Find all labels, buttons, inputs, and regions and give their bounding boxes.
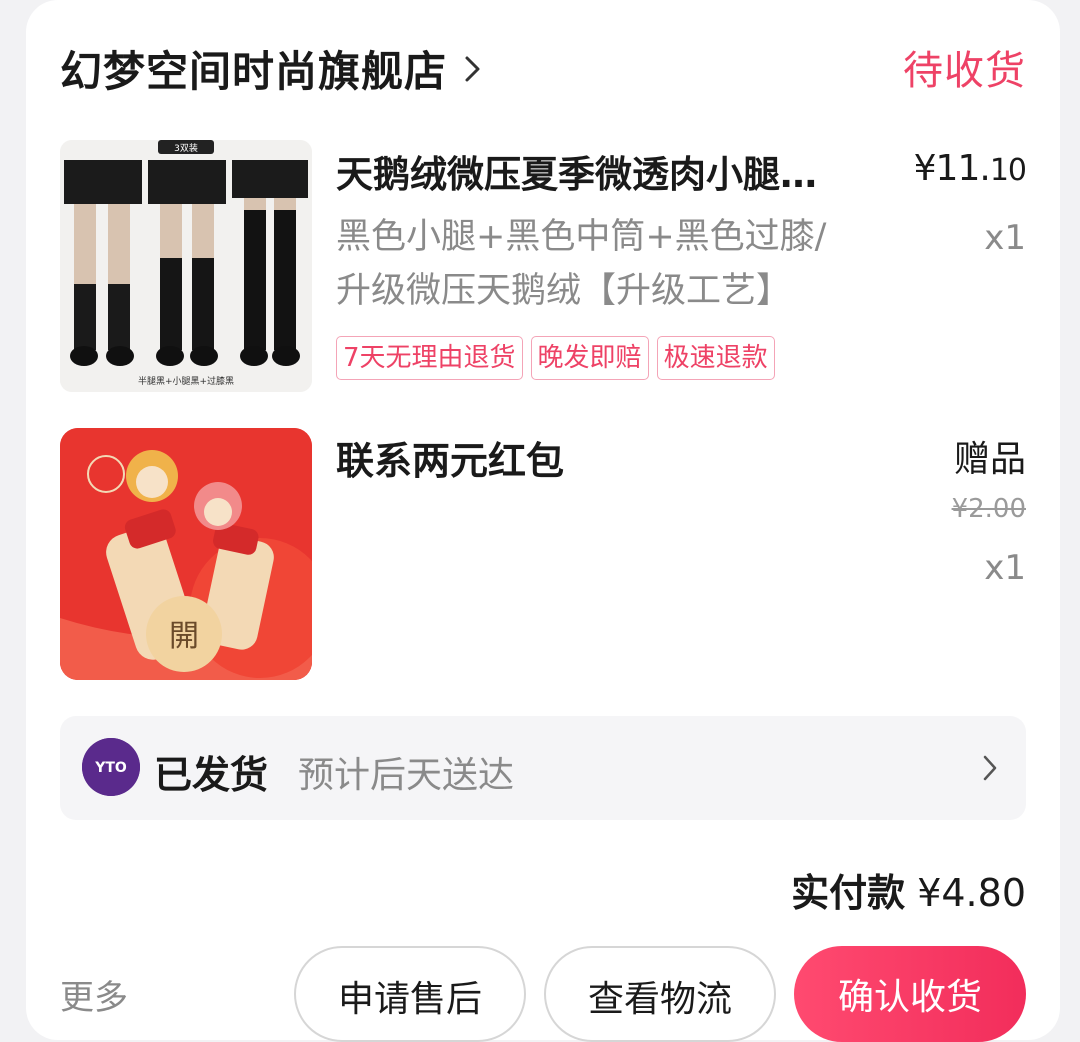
price-main: ¥11. <box>913 148 991 189</box>
image-badge: 3双装 <box>174 142 198 154</box>
red-envelope-image: 開 <box>60 428 312 680</box>
price-cents: 10 <box>989 153 1027 188</box>
store-link[interactable]: 幻梦空间时尚旗舰店 <box>60 38 483 99</box>
confirm-receipt-button[interactable]: 确认收货 <box>794 946 1026 1042</box>
total-paid: 实付款 ¥4.80 <box>791 862 1026 917</box>
track-logistics-button[interactable]: 查看物流 <box>544 946 776 1042</box>
product-image[interactable]: 3双装 半腿黑+小腿黑+过膝黑 <box>60 140 312 392</box>
gift-quantity: x1 <box>984 548 1026 588</box>
after-sales-button[interactable]: 申请售后 <box>294 946 526 1042</box>
gift-image[interactable]: 開 <box>60 428 312 680</box>
courier-logo-text: YTO <box>94 760 127 776</box>
total-label: 实付款 <box>791 871 906 915</box>
gift-original-price: ¥2.00 <box>951 494 1026 524</box>
order-card: 幻梦空间时尚旗舰店 待收货 3双装 半腿黑+小腿黑+过膝黑 天鹅绒微压夏季微透肉… <box>26 0 1060 1042</box>
store-name: 幻梦空间时尚旗舰店 <box>60 47 448 96</box>
image-caption: 半腿黑+小腿黑+过膝黑 <box>138 375 234 387</box>
product-variant: 黑色小腿+黑色中筒+黑色过膝/ 升级微压天鹅绒【升级工艺】 <box>336 210 896 318</box>
total-amount: ¥4.80 <box>917 871 1026 915</box>
variant-line-2: 升级微压天鹅绒【升级工艺】 <box>336 271 792 311</box>
tag-fast-refund: 极速退款 <box>656 336 775 380</box>
product-price: ¥11.10 <box>913 148 1027 189</box>
gift-label: 赠品 <box>953 439 1026 480</box>
shipping-eta: 预计后天送达 <box>298 755 515 796</box>
chevron-right-icon <box>465 56 480 81</box>
product-quantity: x1 <box>984 218 1026 258</box>
product-title[interactable]: 天鹅绒微压夏季微透肉小腿… <box>336 144 876 198</box>
open-button-label: 開 <box>169 619 199 654</box>
stockings-image: 3双装 半腿黑+小腿黑+过膝黑 <box>60 140 312 392</box>
variant-line-1: 黑色小腿+黑色中筒+黑色过膝/ <box>336 217 827 257</box>
shipping-status: 已发货 <box>154 753 269 797</box>
gift-title[interactable]: 联系两元红包 <box>336 430 564 485</box>
service-tags: 7天无理由退货 晚发即赔 极速退款 <box>336 336 775 380</box>
tag-late-compensation: 晚发即赔 <box>530 336 649 380</box>
courier-logo-icon: YTO <box>82 738 140 796</box>
order-status: 待收货 <box>903 48 1026 94</box>
chevron-right-icon <box>983 755 997 781</box>
more-button[interactable]: 更多 <box>60 970 128 1019</box>
tag-return: 7天无理由退货 <box>336 336 523 380</box>
shipping-row[interactable]: YTO 已发货 预计后天送达 <box>60 716 1026 820</box>
